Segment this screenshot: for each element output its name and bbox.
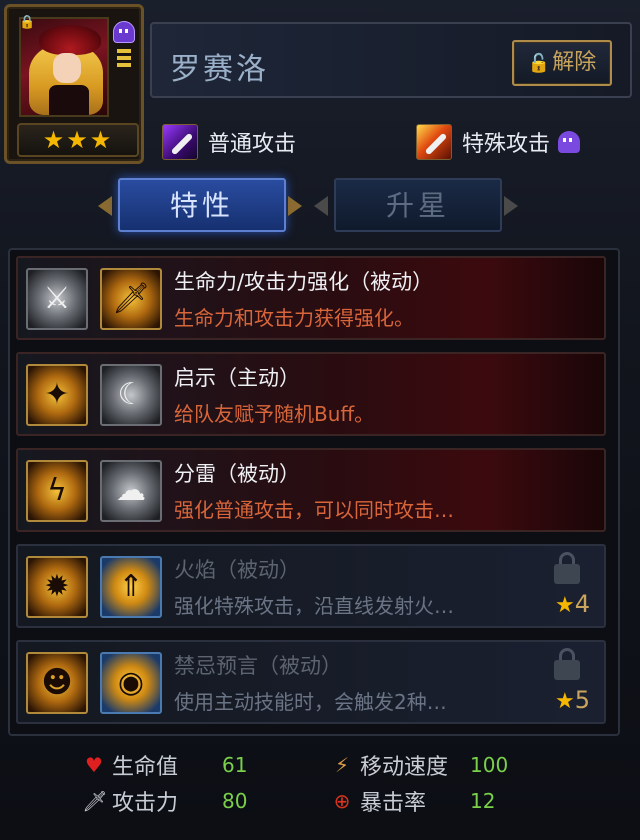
crosshair-icon: ⊕ xyxy=(333,789,351,813)
boot-icon: ⚡ xyxy=(334,753,350,777)
stat-label: 生命值 xyxy=(112,755,179,780)
stat-label: 攻击力 xyxy=(112,791,179,816)
skill-desc: 给队友赋予随机Buff。 xyxy=(174,402,375,426)
skill-desc: 强化普通攻击，可以同时攻击… xyxy=(174,498,454,522)
stat-value: 80 xyxy=(222,789,248,813)
normal-attack-label: 普通攻击 xyxy=(208,132,297,157)
tab-arrow-left-icon xyxy=(314,196,328,216)
flame-burst-icon: ✹ xyxy=(26,556,88,618)
tab-traits[interactable]: 特性 xyxy=(118,178,286,232)
stat-attack: 🗡 攻击力 80 xyxy=(82,786,247,816)
heart-icon: ♥ xyxy=(85,753,103,777)
stat-hp: ♥ 生命值 61 xyxy=(82,750,247,780)
star-requirement: ★4 xyxy=(554,590,590,618)
lock-icon xyxy=(554,648,580,680)
stat-value: 100 xyxy=(470,753,509,777)
hero-portrait xyxy=(19,17,109,117)
star-icon: ★ xyxy=(554,593,575,618)
special-attack-label: 特殊攻击 xyxy=(462,132,551,157)
stat-label: 移动速度 xyxy=(360,755,449,780)
lock-icon: 🔒 xyxy=(19,15,36,30)
tab-star-up[interactable]: 升星 xyxy=(334,178,502,232)
lock-icon xyxy=(554,552,580,584)
stat-crit: ⊕ 暴击率 12 xyxy=(330,786,496,816)
skill-desc: 强化特殊攻击，沿直线发射火… xyxy=(174,594,454,618)
skill-desc: 生命力和攻击力获得强化。 xyxy=(174,306,414,330)
skill-title: 火焰（被动） xyxy=(174,558,300,582)
skill-title: 分雷（被动） xyxy=(174,462,300,486)
hero-name: 罗赛洛 xyxy=(170,52,269,87)
normal-attack-icon xyxy=(162,124,198,160)
tab-arrow-right-icon xyxy=(504,196,518,216)
moon-star-icon: ☾ xyxy=(100,364,162,426)
stat-value: 12 xyxy=(470,789,496,813)
skill-row[interactable]: ✹ ⇑ 火焰（被动） 强化特殊攻击，沿直线发射火… ★4 xyxy=(16,544,606,628)
prophecy-icon: ◉ xyxy=(100,652,162,714)
stat-value: 61 xyxy=(222,753,248,777)
sword-icon: 🗡 xyxy=(82,789,108,813)
skill-row[interactable]: ✦ ☾ 启示（主动） 给队友赋予随机Buff。 xyxy=(16,352,606,436)
normal-attack[interactable]: 普通攻击 xyxy=(162,122,296,162)
hooded-face-icon: ☻ xyxy=(26,652,88,714)
ghost-icon xyxy=(558,131,581,153)
skill-desc: 使用主动技能时，会触发2种… xyxy=(174,690,447,714)
tab-arrow-right-icon xyxy=(288,196,302,216)
skill-row[interactable]: ⚔ 🗡 生命力/攻击力强化（被动） 生命力和攻击力获得强化。 xyxy=(16,256,606,340)
revelation-icon: ✦ xyxy=(26,364,88,426)
star-requirement: ★5 xyxy=(554,686,590,714)
skill-title: 禁忌预言（被动） xyxy=(174,654,342,678)
sword-break-icon: ⚔ xyxy=(26,268,88,330)
release-button[interactable]: 🔓解除 xyxy=(512,40,612,86)
skill-row[interactable]: ☻ ◉ 禁忌预言（被动） 使用主动技能时，会触发2种… ★5 xyxy=(16,640,606,724)
storm-cloud-icon: ☁ xyxy=(100,460,162,522)
release-button-label: 解除 xyxy=(552,50,597,75)
rank-dots-icon xyxy=(117,49,131,69)
star-icon: ★ xyxy=(554,689,575,714)
unlock-icon: 🔓 xyxy=(527,53,551,74)
lightning-icon: ϟ xyxy=(26,460,88,522)
stat-speed: ⚡ 移动速度 100 xyxy=(330,750,508,780)
stat-label: 暴击率 xyxy=(360,791,427,816)
skill-title: 生命力/攻击力强化（被动） xyxy=(174,270,434,294)
ghost-icon xyxy=(113,21,135,43)
hero-stars: ★★★ xyxy=(17,123,139,157)
special-attack-icon xyxy=(416,124,452,160)
skill-title: 启示（主动） xyxy=(174,366,300,390)
arrow-up-icon: ⇑ xyxy=(100,556,162,618)
hero-portrait-frame[interactable]: 🔒 ★★★ xyxy=(4,4,144,164)
tab-arrow-left-icon xyxy=(98,196,112,216)
sword-power-icon: 🗡 xyxy=(100,268,162,330)
special-attack[interactable]: 特殊攻击 xyxy=(416,122,581,162)
skill-row[interactable]: ϟ ☁ 分雷（被动） 强化普通攻击，可以同时攻击… xyxy=(16,448,606,532)
